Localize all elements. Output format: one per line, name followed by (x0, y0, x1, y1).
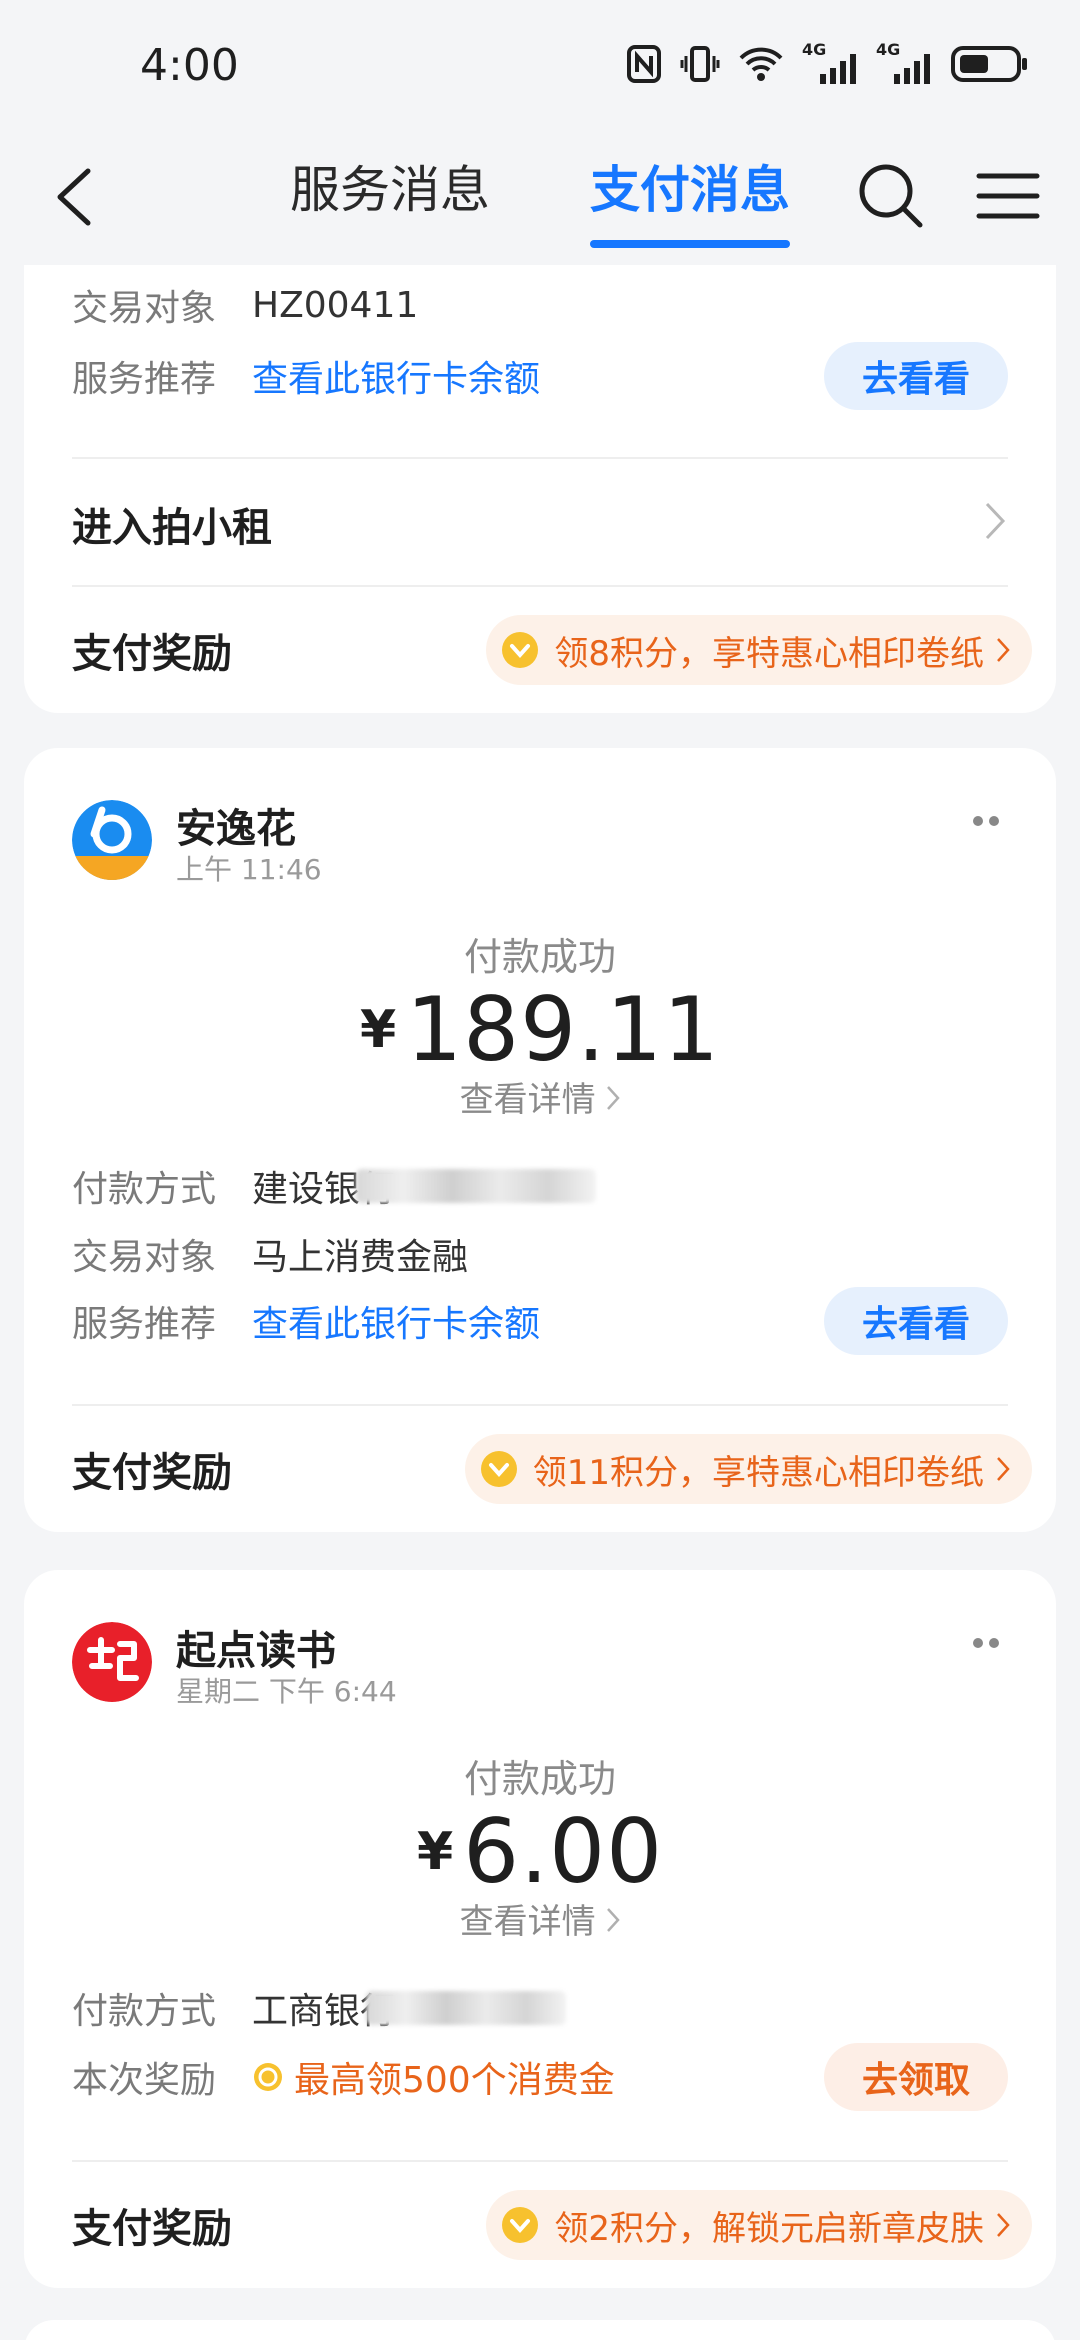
payment-status: 付款成功 (463, 935, 616, 979)
blurred-card-number (356, 1169, 597, 1203)
check-balance-link[interactable]: 查看此银行卡余额 (252, 350, 540, 402)
view-details-link[interactable]: 查看详情 (24, 1894, 1056, 1943)
payment-method-label: 付款方式 (72, 1169, 217, 1210)
merchant-name: 安逸花 (176, 806, 296, 852)
bonus-text[interactable]: 最高领500个消费金 (294, 2051, 615, 2103)
service-label: 服务推荐 (72, 359, 217, 400)
divider (72, 457, 1008, 459)
bonus-row: 本次奖励 最高领500个消费金 去领取 (72, 2042, 1008, 2112)
blurred-card-number (366, 1991, 567, 2025)
reward-pill[interactable]: 领2积分，解锁元启新章皮肤 (486, 2190, 1032, 2260)
chevron-right-icon (997, 638, 1010, 662)
points-coin-icon (502, 632, 539, 668)
go-see-button[interactable]: 去看看 (823, 342, 1008, 410)
points-coin-icon (480, 1451, 517, 1487)
payment-amount: ¥189.11 (24, 978, 1056, 1081)
reward-title: 支付奖励 (72, 631, 232, 677)
tab-service-messages[interactable]: 服务消息 (290, 150, 490, 222)
anyihua-logo (72, 800, 152, 880)
amount-value: 6.00 (463, 1800, 664, 1903)
search-icon[interactable] (855, 160, 925, 230)
divider (72, 1404, 1008, 1406)
currency-symbol: ¥ (359, 999, 397, 1060)
reward-title: 支付奖励 (72, 1450, 232, 1496)
reward-pill[interactable]: 领11积分，享特惠心相印卷纸 (464, 1434, 1032, 1504)
back-icon[interactable] (50, 165, 100, 229)
battery-icon (951, 46, 1027, 82)
wifi-icon (739, 47, 783, 81)
merchant-name: 起点读书 (176, 1628, 336, 1674)
payment-amount: ¥6.00 (24, 1800, 1056, 1903)
payment-card-1: 交易对象 HZ00411 服务推荐 查看此银行卡余额 去看看 进入拍小租 支付奖… (24, 265, 1056, 713)
view-details-link[interactable]: 查看详情 (24, 1072, 1056, 1121)
more-options-icon[interactable] (966, 1636, 1006, 1650)
chevron-right-icon (997, 1457, 1010, 1481)
payment-card-3[interactable]: 起点读书 星期二 下午 6:44 付款成功 ¥6.00 查看详情 付款方式 工商… (24, 1570, 1056, 2288)
reward-text: 领11积分，享特惠心相印卷纸 (532, 1452, 984, 1493)
signal-1-icon: 4G (802, 40, 858, 84)
bonus-label: 本次奖励 (72, 2060, 217, 2101)
status-time: 4:00 (140, 40, 239, 91)
service-row: 服务推荐 查看此银行卡余额 去看看 (72, 1286, 1008, 1356)
chevron-right-icon (607, 1908, 621, 1932)
more-options-icon[interactable] (966, 814, 1006, 828)
payment-card-4[interactable] (24, 2320, 1056, 2340)
status-bar: 4:00 4G 4G (0, 0, 1080, 130)
counterparty-label: 交易对象 (72, 288, 217, 329)
payment-method-row: 付款方式 工商银行 (72, 1978, 1008, 2038)
enter-paixiaozu-label[interactable]: 进入拍小租 (72, 495, 272, 553)
signal-2-icon: 4G (876, 40, 932, 84)
counterparty-label: 交易对象 (72, 1237, 217, 1278)
points-coin-icon (502, 2207, 539, 2243)
vibrate-icon (680, 46, 720, 82)
view-details-label: 查看详情 (459, 1902, 596, 1942)
reward-pill[interactable]: 领8积分，享特惠心相印卷纸 (486, 615, 1032, 685)
counterparty-value: HZ00411 (252, 284, 419, 326)
chevron-right-icon (997, 2213, 1010, 2237)
merchant-time: 星期二 下午 6:44 (176, 1675, 397, 1708)
payment-method-label: 付款方式 (72, 1991, 217, 2032)
currency-symbol: ¥ (416, 1821, 454, 1882)
counterparty-row: 交易对象 马上消费金融 (72, 1224, 1008, 1284)
active-tab-indicator (590, 240, 790, 248)
claim-button[interactable]: 去领取 (823, 2043, 1008, 2111)
top-nav: 服务消息 支付消息 (0, 130, 1080, 265)
check-balance-link[interactable]: 查看此银行卡余额 (252, 1295, 540, 1347)
counterparty-row: 交易对象 HZ00411 (72, 275, 1008, 335)
menu-icon[interactable] (975, 168, 1041, 224)
service-row: 服务推荐 查看此银行卡余额 去看看 (72, 341, 1008, 411)
service-label: 服务推荐 (72, 1304, 217, 1345)
status-icons: 4G 4G (626, 40, 1030, 84)
merchant-time: 上午 11:46 (176, 853, 322, 886)
qidian-logo (72, 1622, 152, 1702)
go-see-button[interactable]: 去看看 (823, 1287, 1008, 1355)
reward-text: 领2积分，解锁元启新章皮肤 (554, 2208, 984, 2249)
divider (72, 2160, 1008, 2162)
counterparty-value: 马上消费金融 (252, 1237, 469, 1278)
reward-text: 领8积分，享特惠心相印卷纸 (554, 633, 984, 674)
payment-card-2[interactable]: 安逸花 上午 11:46 付款成功 ¥189.11 查看详情 付款方式 建设银行… (24, 748, 1056, 1532)
payment-method-row: 付款方式 建设银行 (72, 1156, 1008, 1216)
amount-value: 189.11 (406, 978, 721, 1081)
view-details-label: 查看详情 (459, 1080, 596, 1120)
coin-icon (254, 2063, 282, 2091)
divider (72, 585, 1008, 587)
tab-payment-messages[interactable]: 支付消息 (590, 150, 790, 222)
reward-title: 支付奖励 (72, 2206, 232, 2252)
chevron-right-icon (607, 1086, 621, 1110)
nfc-icon (627, 45, 661, 83)
chevron-right-icon[interactable] (984, 501, 1006, 541)
payment-status: 付款成功 (463, 1757, 616, 1801)
